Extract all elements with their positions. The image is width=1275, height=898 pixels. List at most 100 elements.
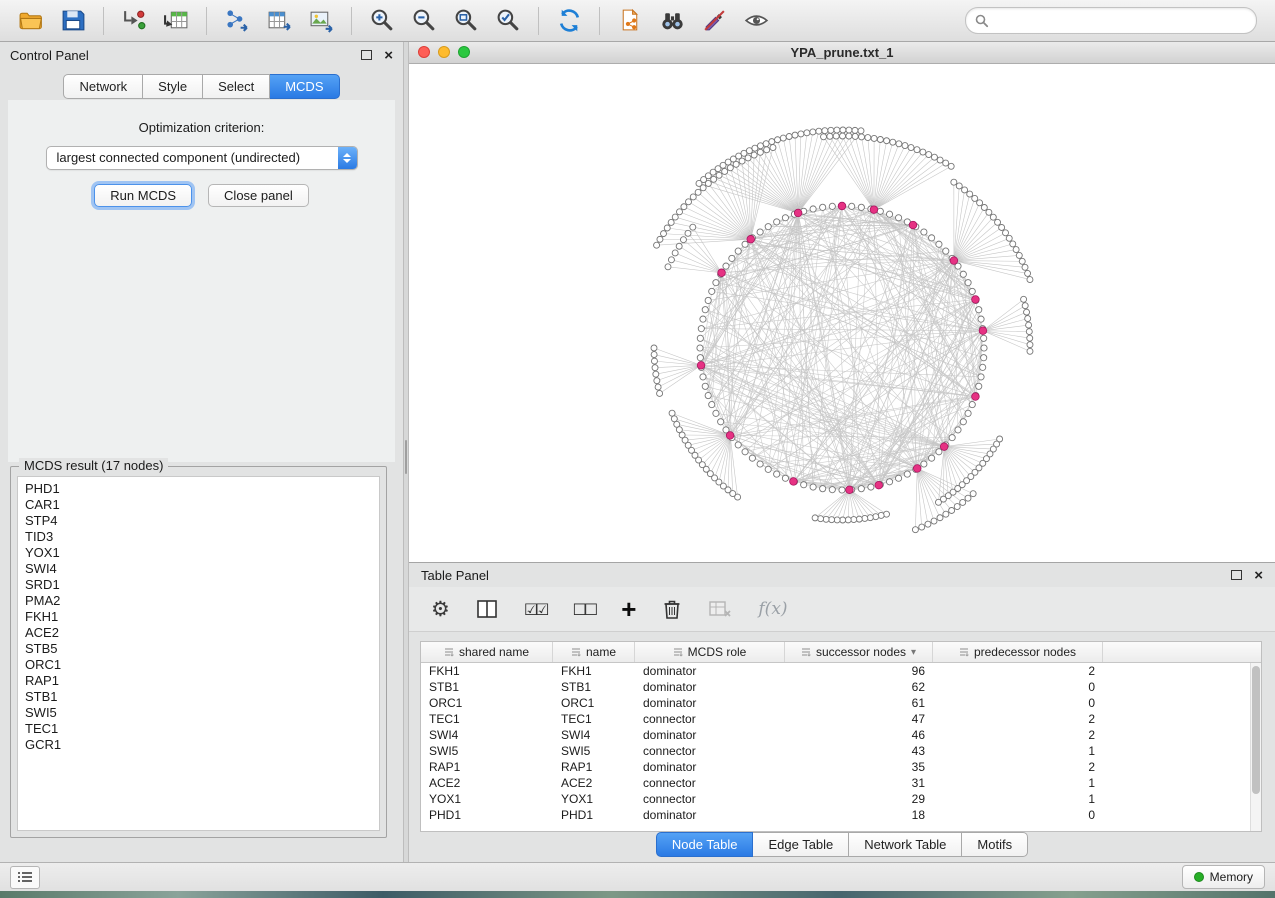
table-row[interactable]: SWI4 SWI4 dominator 46 2 bbox=[421, 727, 1261, 743]
zoom-selected-button[interactable] bbox=[490, 4, 526, 38]
tab-motifs[interactable]: Motifs bbox=[962, 832, 1028, 857]
cell-mcds-role[interactable]: dominator bbox=[635, 808, 785, 822]
result-node[interactable]: TEC1 bbox=[25, 721, 379, 737]
table-row[interactable]: STB1 STB1 dominator 62 0 bbox=[421, 679, 1261, 695]
column-header-predecessor-nodes[interactable]: predecessor nodes bbox=[933, 642, 1103, 662]
cell-successors[interactable]: 61 bbox=[785, 696, 933, 710]
table-row[interactable]: ORC1 ORC1 dominator 61 0 bbox=[421, 695, 1261, 711]
cell-successors[interactable]: 46 bbox=[785, 728, 933, 742]
result-node[interactable]: TID3 bbox=[25, 529, 379, 545]
result-node[interactable]: SWI4 bbox=[25, 561, 379, 577]
result-node[interactable]: PMA2 bbox=[25, 593, 379, 609]
cell-name[interactable]: SWI4 bbox=[553, 728, 635, 742]
export-table-button[interactable] bbox=[261, 4, 297, 38]
tab-select[interactable]: Select bbox=[203, 74, 270, 99]
cell-successors[interactable]: 29 bbox=[785, 792, 933, 806]
result-node[interactable]: STB1 bbox=[25, 689, 379, 705]
cell-shared-name[interactable]: SWI4 bbox=[421, 728, 553, 742]
cell-successors[interactable]: 18 bbox=[785, 808, 933, 822]
tab-network-table[interactable]: Network Table bbox=[849, 832, 962, 857]
result-node[interactable]: FKH1 bbox=[25, 609, 379, 625]
cell-shared-name[interactable]: PHD1 bbox=[421, 808, 553, 822]
criterion-select[interactable]: largest connected component (undirected) bbox=[46, 146, 358, 170]
mcds-result-list[interactable]: PHD1 CAR1 STP4 TID3 YOX1 SWI4 SRD1 PMA2 … bbox=[17, 476, 380, 831]
search-box[interactable] bbox=[965, 7, 1257, 34]
table-row[interactable]: RAP1 RAP1 dominator 35 2 bbox=[421, 759, 1261, 775]
cell-shared-name[interactable]: STB1 bbox=[421, 680, 553, 694]
zoom-out-button[interactable] bbox=[406, 4, 442, 38]
cell-mcds-role[interactable]: dominator bbox=[635, 696, 785, 710]
cell-mcds-role[interactable]: connector bbox=[635, 744, 785, 758]
result-node[interactable]: GCR1 bbox=[25, 737, 379, 753]
network-canvas[interactable] bbox=[409, 63, 1275, 562]
cell-predecessors[interactable]: 2 bbox=[933, 760, 1103, 774]
cell-predecessors[interactable]: 0 bbox=[933, 696, 1103, 710]
float-table-panel-icon[interactable] bbox=[1231, 570, 1242, 580]
close-panel-button[interactable]: Close panel bbox=[208, 184, 309, 207]
table-scrollbar[interactable] bbox=[1250, 663, 1261, 831]
cell-successors[interactable]: 31 bbox=[785, 776, 933, 790]
cell-predecessors[interactable]: 2 bbox=[933, 664, 1103, 678]
cell-predecessors[interactable]: 0 bbox=[933, 808, 1103, 822]
column-header-name[interactable]: name bbox=[553, 642, 635, 662]
table-settings-gear-icon[interactable]: ⚙ bbox=[431, 594, 450, 624]
minimize-window-icon[interactable] bbox=[438, 46, 450, 58]
show-columns-icon[interactable] bbox=[476, 594, 498, 624]
tab-network[interactable]: Network bbox=[63, 74, 143, 99]
tab-node-table[interactable]: Node Table bbox=[656, 832, 754, 857]
result-node[interactable]: ORC1 bbox=[25, 657, 379, 673]
cell-name[interactable]: ACE2 bbox=[553, 776, 635, 790]
cell-predecessors[interactable]: 2 bbox=[933, 728, 1103, 742]
table-row[interactable]: TEC1 TEC1 connector 47 2 bbox=[421, 711, 1261, 727]
import-network-button[interactable] bbox=[116, 4, 152, 38]
cell-name[interactable]: FKH1 bbox=[553, 664, 635, 678]
close-window-icon[interactable] bbox=[418, 46, 430, 58]
table-row[interactable]: SWI5 SWI5 connector 43 1 bbox=[421, 743, 1261, 759]
cell-predecessors[interactable]: 2 bbox=[933, 712, 1103, 726]
cell-shared-name[interactable]: ACE2 bbox=[421, 776, 553, 790]
cell-mcds-role[interactable]: dominator bbox=[635, 760, 785, 774]
cell-name[interactable]: STB1 bbox=[553, 680, 635, 694]
result-node[interactable]: ACE2 bbox=[25, 625, 379, 641]
table-row[interactable]: FKH1 FKH1 dominator 96 2 bbox=[421, 663, 1261, 679]
tab-edge-table[interactable]: Edge Table bbox=[753, 832, 849, 857]
cell-mcds-role[interactable]: dominator bbox=[635, 728, 785, 742]
column-header-mcds-role[interactable]: MCDS role bbox=[635, 642, 785, 662]
cell-mcds-role[interactable]: connector bbox=[635, 792, 785, 806]
cell-shared-name[interactable]: YOX1 bbox=[421, 792, 553, 806]
divider-scrollbar-thumb[interactable] bbox=[405, 440, 407, 474]
cell-predecessors[interactable]: 1 bbox=[933, 744, 1103, 758]
show-hide-button[interactable] bbox=[738, 4, 774, 38]
result-node[interactable]: CAR1 bbox=[25, 497, 379, 513]
cell-predecessors[interactable]: 1 bbox=[933, 792, 1103, 806]
select-all-columns-icon[interactable]: ☑☑ bbox=[524, 594, 547, 624]
cell-name[interactable]: SWI5 bbox=[553, 744, 635, 758]
unselect-all-columns-icon[interactable]: ☐☐ bbox=[573, 594, 596, 624]
column-header-shared-name[interactable]: shared name bbox=[421, 642, 553, 662]
cell-shared-name[interactable]: ORC1 bbox=[421, 696, 553, 710]
export-network-button[interactable] bbox=[219, 4, 255, 38]
create-column-icon[interactable]: + bbox=[621, 594, 636, 624]
zoom-fit-button[interactable] bbox=[448, 4, 484, 38]
tab-style[interactable]: Style bbox=[143, 74, 203, 99]
apply-layout-button[interactable] bbox=[551, 4, 587, 38]
result-node[interactable]: RAP1 bbox=[25, 673, 379, 689]
result-node[interactable]: SRD1 bbox=[25, 577, 379, 593]
cell-mcds-role[interactable]: dominator bbox=[635, 680, 785, 694]
cell-shared-name[interactable]: SWI5 bbox=[421, 744, 553, 758]
network-window-titlebar[interactable]: YPA_prune.txt_1 bbox=[409, 42, 1275, 64]
result-node[interactable]: STB5 bbox=[25, 641, 379, 657]
cell-shared-name[interactable]: FKH1 bbox=[421, 664, 553, 678]
annotations-button[interactable] bbox=[696, 4, 732, 38]
cell-mcds-role[interactable]: dominator bbox=[635, 664, 785, 678]
first-neighbors-button[interactable] bbox=[654, 4, 690, 38]
column-header-successor-nodes[interactable]: successor nodes ▾ bbox=[785, 642, 933, 662]
close-panel-icon[interactable]: × bbox=[384, 48, 393, 63]
cell-name[interactable]: RAP1 bbox=[553, 760, 635, 774]
result-node[interactable]: YOX1 bbox=[25, 545, 379, 561]
cell-name[interactable]: ORC1 bbox=[553, 696, 635, 710]
cell-name[interactable]: TEC1 bbox=[553, 712, 635, 726]
close-table-panel-icon[interactable]: × bbox=[1254, 568, 1263, 583]
cell-predecessors[interactable]: 1 bbox=[933, 776, 1103, 790]
sort-descending-chevron-icon[interactable]: ▾ bbox=[911, 647, 916, 658]
